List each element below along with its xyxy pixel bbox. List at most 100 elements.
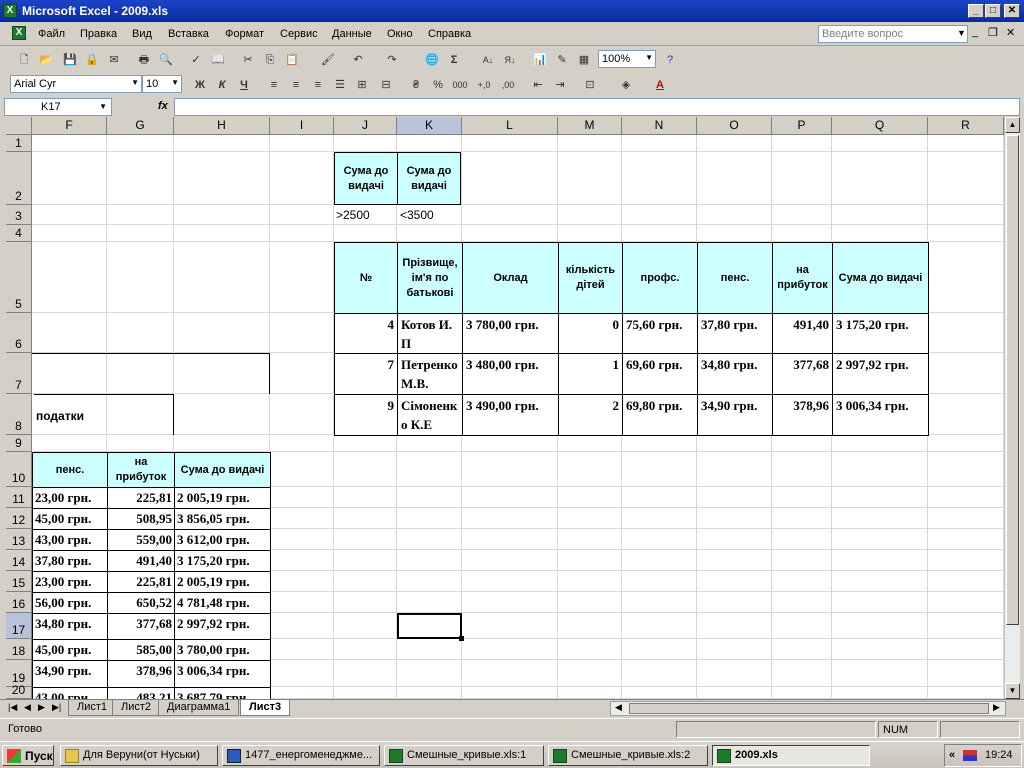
task-excel-2[interactable]: Смешные_кривые.xls:2 — [548, 745, 708, 766]
spreadsheet-grid[interactable]: FGHIJKLMNOPQR 1 2 3 4 5 6 7 8 9 10 11 12 13 14 15 16 17 1… — [6, 117, 1004, 699]
zoom-select[interactable]: 100% ▼ — [598, 50, 656, 68]
row-header-13[interactable]: 13 — [6, 529, 32, 550]
result-cell[interactable]: 2 — [558, 394, 623, 436]
maximize-icon[interactable]: □ — [985, 4, 1001, 18]
result-cell[interactable]: 4 — [334, 313, 398, 354]
result-cell[interactable]: 378,96 — [772, 394, 833, 436]
column-header-g[interactable]: G — [107, 117, 174, 135]
left-cell[interactable]: 377,68 — [107, 613, 175, 640]
borders-icon[interactable]: ⊡ — [582, 77, 598, 93]
left-cell[interactable]: 508,95 — [107, 508, 175, 530]
sort-asc-icon[interactable]: A↓ — [480, 52, 496, 68]
result-cell[interactable]: Сімоненко К.Е — [397, 394, 463, 436]
copy-icon[interactable]: ⎘ — [262, 52, 278, 68]
underline-icon[interactable]: Ч — [236, 77, 252, 93]
vertical-scrollbar[interactable]: ▲ ▼ — [1004, 117, 1020, 699]
name-box[interactable]: K17 ▼ — [4, 98, 112, 116]
column-header-n[interactable]: N — [622, 117, 697, 135]
merge-cells-icon[interactable]: ⊟ — [378, 77, 394, 93]
column-header-o[interactable]: O — [697, 117, 772, 135]
minimize-icon[interactable]: _ — [968, 4, 984, 18]
language-flag-icon[interactable] — [963, 750, 977, 761]
result-cell[interactable]: 3 490,00 грн. — [462, 394, 559, 436]
increase-decimal-icon[interactable]: +,0 — [476, 77, 492, 93]
row-header-5[interactable]: 5 — [6, 242, 32, 313]
menu-insert[interactable]: Вставка — [168, 28, 209, 40]
open-icon[interactable]: 📂 — [38, 52, 54, 68]
redo-icon[interactable]: ↷ — [384, 52, 400, 68]
print-preview-icon[interactable]: 🔍 — [158, 52, 174, 68]
row-header-11[interactable]: 11 — [6, 487, 32, 508]
tab-next-icon[interactable]: ▶ — [38, 702, 45, 713]
result-cell[interactable]: 34,90 грн. — [697, 394, 773, 436]
left-cell[interactable]: 483,21 — [107, 687, 175, 699]
left-cell[interactable]: 45,00 грн. — [32, 639, 108, 661]
result-cell[interactable]: 37,80 грн. — [697, 313, 773, 354]
justify-icon[interactable]: ☰ — [332, 77, 348, 93]
currency-icon[interactable]: ₴ — [408, 77, 424, 93]
result-cell[interactable]: 3 480,00 грн. — [462, 353, 559, 395]
row-header-1[interactable]: 1 — [6, 135, 32, 152]
font-size-select[interactable]: 10 ▼ — [142, 75, 182, 93]
left-cell[interactable]: 225,81 — [107, 571, 175, 593]
result-cell[interactable]: 9 — [334, 394, 398, 436]
result-cell[interactable]: 75,60 грн. — [622, 313, 698, 354]
align-left-icon[interactable]: ≡ — [266, 77, 282, 93]
column-header-p[interactable]: P — [772, 117, 832, 135]
row-header-4[interactable]: 4 — [6, 225, 32, 242]
result-cell[interactable]: 2 997,92 грн. — [832, 353, 929, 395]
help-icon[interactable]: ? — [662, 52, 678, 68]
left-cell[interactable]: 225,81 — [107, 487, 175, 509]
doc-close-icon[interactable]: ✕ — [1006, 26, 1015, 39]
paste-icon[interactable]: 📋 — [284, 52, 300, 68]
undo-icon[interactable]: ↶ — [350, 52, 366, 68]
left-cell[interactable]: 4 781,48 грн. — [174, 592, 271, 614]
task-excel-2009[interactable]: 2009.xls — [712, 745, 870, 766]
result-cell[interactable]: 3 175,20 грн. — [832, 313, 929, 354]
column-header-h[interactable]: H — [174, 117, 270, 135]
result-header-4[interactable]: кількість дітей — [558, 242, 623, 314]
menu-format[interactable]: Формат — [225, 28, 264, 40]
menu-tools[interactable]: Сервис — [280, 28, 318, 40]
help-search-input[interactable]: Введите вопрос — [818, 25, 968, 43]
left-cell[interactable]: 3 687,79 грн. — [174, 687, 271, 699]
left-cell[interactable]: 37,80 грн. — [32, 550, 108, 572]
menu-edit[interactable]: Правка — [80, 28, 117, 40]
active-cell[interactable] — [397, 613, 462, 639]
left-cell[interactable]: 34,90 грн. — [32, 660, 108, 688]
row-header-10[interactable]: 10 — [6, 452, 32, 487]
hyperlink-icon[interactable]: 🌐 — [424, 52, 440, 68]
left-cell[interactable]: 23,00 грн. — [32, 571, 108, 593]
tab-sheet2[interactable]: Лист2 — [112, 700, 161, 716]
increase-indent-icon[interactable]: ⇥ — [552, 77, 568, 93]
result-header-5[interactable]: профс. — [622, 242, 698, 314]
left-cell[interactable]: 585,00 — [107, 639, 175, 661]
email-icon[interactable]: ✉ — [106, 52, 122, 68]
result-cell[interactable]: 69,80 грн. — [622, 394, 698, 436]
row-header-3[interactable]: 3 — [6, 205, 32, 225]
menu-help[interactable]: Справка — [428, 28, 471, 40]
bold-icon[interactable]: Ж — [192, 77, 208, 93]
new-icon[interactable]: 🗋 — [16, 52, 32, 68]
result-cell[interactable]: 0 — [558, 313, 623, 354]
tray-expand-icon[interactable]: « — [949, 749, 955, 761]
merge-center-icon[interactable]: ⊞ — [354, 77, 370, 93]
left-header-1[interactable]: пенс. — [32, 452, 108, 488]
criteria-header-2[interactable]: Сума до видачі — [397, 152, 461, 205]
result-cell[interactable]: Котов И.П — [397, 313, 463, 354]
scroll-right-icon[interactable]: ▶ — [993, 702, 1000, 713]
row-header-16[interactable]: 16 — [6, 592, 32, 613]
menu-file[interactable]: Файл — [38, 28, 65, 40]
result-header-2[interactable]: Прізвище, ім'я по батькові — [397, 242, 463, 314]
print-icon[interactable]: 🖶 — [136, 52, 152, 68]
left-cell[interactable]: 2 005,19 грн. — [174, 571, 271, 593]
column-header-i[interactable]: I — [270, 117, 334, 135]
column-header-j[interactable]: J — [334, 117, 397, 135]
row-header-12[interactable]: 12 — [6, 508, 32, 529]
criteria-header-1[interactable]: Сума до видачі — [334, 152, 398, 205]
row-header-15[interactable]: 15 — [6, 571, 32, 592]
cut-icon[interactable]: ✂ — [240, 52, 256, 68]
close-icon[interactable]: ✕ — [1004, 4, 1020, 18]
column-header-m[interactable]: M — [558, 117, 622, 135]
column-header-f[interactable]: F — [32, 117, 107, 135]
